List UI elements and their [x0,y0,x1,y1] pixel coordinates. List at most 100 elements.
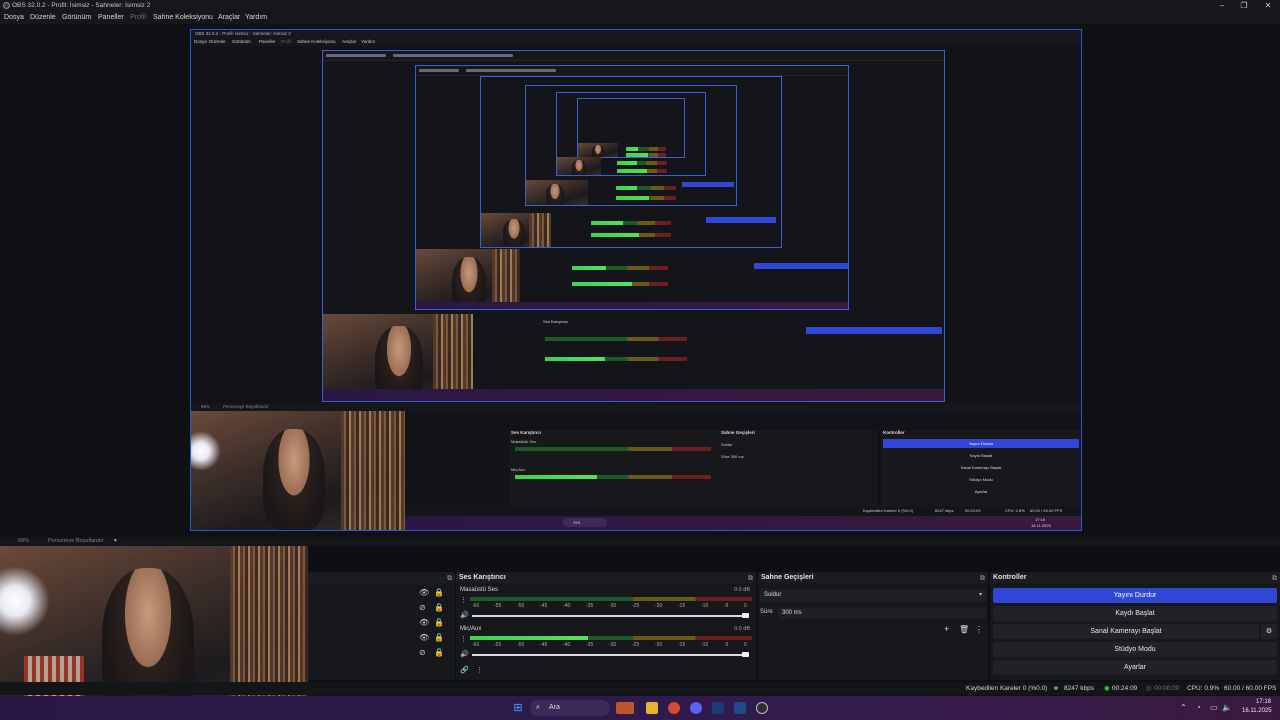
visibility-eye-icon[interactable]: 👁 [419,588,429,597]
mixer-menu-icon[interactable]: ⋮ [476,666,483,674]
visibility-eye-icon[interactable]: 👁 [419,618,429,627]
stream-status-icon: ◉ [1104,685,1110,692]
menu-docks[interactable]: Paneller [98,11,124,24]
windows-taskbar: ⊞ ⌕ Ara ⌃ ◔ ▭ 🔈 17:18 16.11.2025 [0,696,1280,720]
nested-webcam [191,411,405,530]
steam-icon[interactable] [712,702,724,714]
visibility-eye-icon[interactable]: ⊘ [419,648,426,657]
menu-profile: Profil [130,14,146,21]
add-icon[interactable]: + [944,624,949,634]
network-icon[interactable]: ▭ [1210,703,1218,712]
menu-scene-collection[interactable]: Sahne Koleksiyonu [153,11,213,24]
tray-icon[interactable]: ◔ [1196,703,1201,712]
volume-slider[interactable] [472,613,749,618]
discord-icon[interactable] [690,702,702,714]
fit-dropdown-icon[interactable]: ▾ [114,537,117,546]
gear-icon[interactable]: ⚙ [1261,624,1277,639]
windows-start-icon[interactable]: ⊞ [512,702,524,714]
settings-button[interactable]: Ayarlar [993,660,1277,675]
widget-icon[interactable] [616,702,634,714]
bitrate-indicator-icon: ■ [1054,685,1058,692]
controls-dock: Kontroller ⧉ Yayını Durdur Kaydı Başlat S… [990,572,1280,680]
visibility-eye-icon[interactable]: ⊘ [419,603,426,612]
trash-icon[interactable]: 🗑 [959,625,969,634]
chevron-down-icon: ▾ [978,592,982,598]
menu-file[interactable]: Dosya [4,11,24,24]
more-icon[interactable]: ⋮ [975,625,983,634]
lock-icon[interactable]: 🔒 [434,633,444,642]
status-bar: Kaybedilen Kareler 0 (%0.0) ■ 8247 kbps … [0,682,1280,695]
nested-capture-2: Ses Karıştırıcı [322,50,945,402]
nested-preview-toolbar: 69% Pencereye Boyutlandır [191,403,1081,411]
speaker-icon[interactable]: 🔊 [460,650,469,658]
audio-mixer-dock: Ses Karıştırıcı ⧉ Masaüstü Ses 0.0 dB ⋮ -… [456,572,756,680]
zoom-level[interactable]: 69% [18,537,29,546]
channel-menu-icon[interactable]: ⋮ [460,635,467,643]
start-recording-button[interactable]: Kaydı Başlat [993,606,1277,621]
search-icon: ⌕ [536,704,540,711]
nested-mixer: Ses Karıştırıcı Masaüstü Ses Mic/Aux [509,430,719,510]
transition-select[interactable]: Soldur ▾ [760,589,986,602]
lock-icon[interactable]: 🔒 [434,588,444,597]
volume-icon[interactable]: 🔈 [1222,703,1232,712]
volume-meter [470,597,752,601]
nested-statusbar: Kaybedilen Kareler 0 (%0.0) 8247 kbps 00… [405,506,1081,516]
tray-chevron-icon[interactable]: ⌃ [1180,703,1187,712]
cpu-usage: CPU: 0.9% [1187,685,1220,692]
clock-date[interactable]: 16.11.2025 [1242,708,1272,714]
duration-input[interactable]: 300 ms [778,607,986,619]
maximize-icon[interactable]: ❐ [1232,0,1256,11]
studio-mode-button[interactable]: Stüdyo Modu [993,642,1277,657]
duration-label: Süre [760,609,773,615]
fps: 60.00 / 60.00 FPS [1224,685,1277,692]
close-icon[interactable]: ✕ [1256,0,1280,11]
bitrate: 8247 kbps [1064,685,1094,692]
lock-icon[interactable]: 🔒 [434,648,444,657]
minimize-icon[interactable]: – [1210,0,1234,11]
obs-taskbar-icon[interactable] [756,702,768,714]
nested-controls: Kontroller Yayını Durdur Kaydı Başlat Sa… [881,430,1081,510]
undock-icon[interactable]: ⧉ [748,573,753,584]
file-explorer-icon[interactable] [646,702,658,714]
undock-icon[interactable]: ⧉ [980,573,985,584]
dropped-frames: Kaybedilen Kareler 0 (%0.0) [966,685,1048,692]
undock-icon[interactable]: ⧉ [447,573,452,584]
menu-tools[interactable]: Araçlar [218,11,240,24]
visibility-eye-icon[interactable]: 👁 [419,633,429,642]
menu-edit[interactable]: Düzenle [30,11,56,24]
speaker-icon[interactable]: 🔊 [460,611,469,619]
stream-time: 00:24:09 [1112,685,1138,692]
menu-bar: Dosya Düzenle Görünüm Paneller Profil Sa… [0,11,1280,24]
undock-icon[interactable]: ⧉ [1272,573,1277,584]
mixer-link-icon[interactable]: 🔗 [460,666,469,674]
steam-icon[interactable] [734,702,746,714]
channel-db: 0.0 dB [734,587,750,593]
nested-menu: Dosya Düzenle Görünüm Paneller Profil Sa… [191,38,1081,46]
lock-icon[interactable]: 🔒 [434,618,444,627]
menu-help[interactable]: Yardım [245,11,267,24]
volume-meter [470,636,752,640]
channel-db: 0.0 dB [734,626,750,632]
title-bar: OBS 32.0.2 - Profil: İsimsiz - Sahneler:… [0,0,1280,11]
taskbar-search[interactable]: ⌕ Ara [530,700,610,716]
channel-menu-icon[interactable]: ⋮ [460,596,467,604]
sources-dock: ⧉ 👁 🔒 ⊘ 🔒 👁 🔒 👁 🔒 ⊘ 🔒 [308,572,455,680]
clock-time[interactable]: 17:18 [1256,699,1271,705]
volume-slider[interactable] [472,652,749,657]
fit-to-window-label[interactable]: Pencereye Boyutlandır [48,537,104,546]
preview-toolbar: 69% Pencereye Boyutlandır ▾ [0,537,1280,546]
record-status-icon: ◎ [1146,685,1152,692]
brave-browser-icon[interactable] [668,702,680,714]
audio-mixer-title: Ses Karıştırıcı ⧉ [456,572,756,583]
window-title: OBS 32.0.2 - Profil: İsimsiz - Sahneler:… [12,2,151,9]
start-virtual-camera-button[interactable]: Sanal Kamerayı Başlat [993,624,1259,639]
nested-title: OBS 32.0.2 - Profil: İsimsiz - Sahneler:… [191,30,1081,38]
display-capture-source[interactable]: OBS 32.0.2 - Profil: İsimsiz - Sahneler:… [190,29,1082,531]
transitions-title: Sahne Geçişleri [761,574,814,581]
lock-icon[interactable]: 🔒 [434,603,444,612]
channel-name: Mic/Aux [460,626,482,632]
controls-title: Kontroller [993,574,1027,581]
stop-stream-button[interactable]: Yayını Durdur [993,588,1277,603]
obs-app-icon [3,2,10,9]
menu-view[interactable]: Görünüm [62,11,91,24]
